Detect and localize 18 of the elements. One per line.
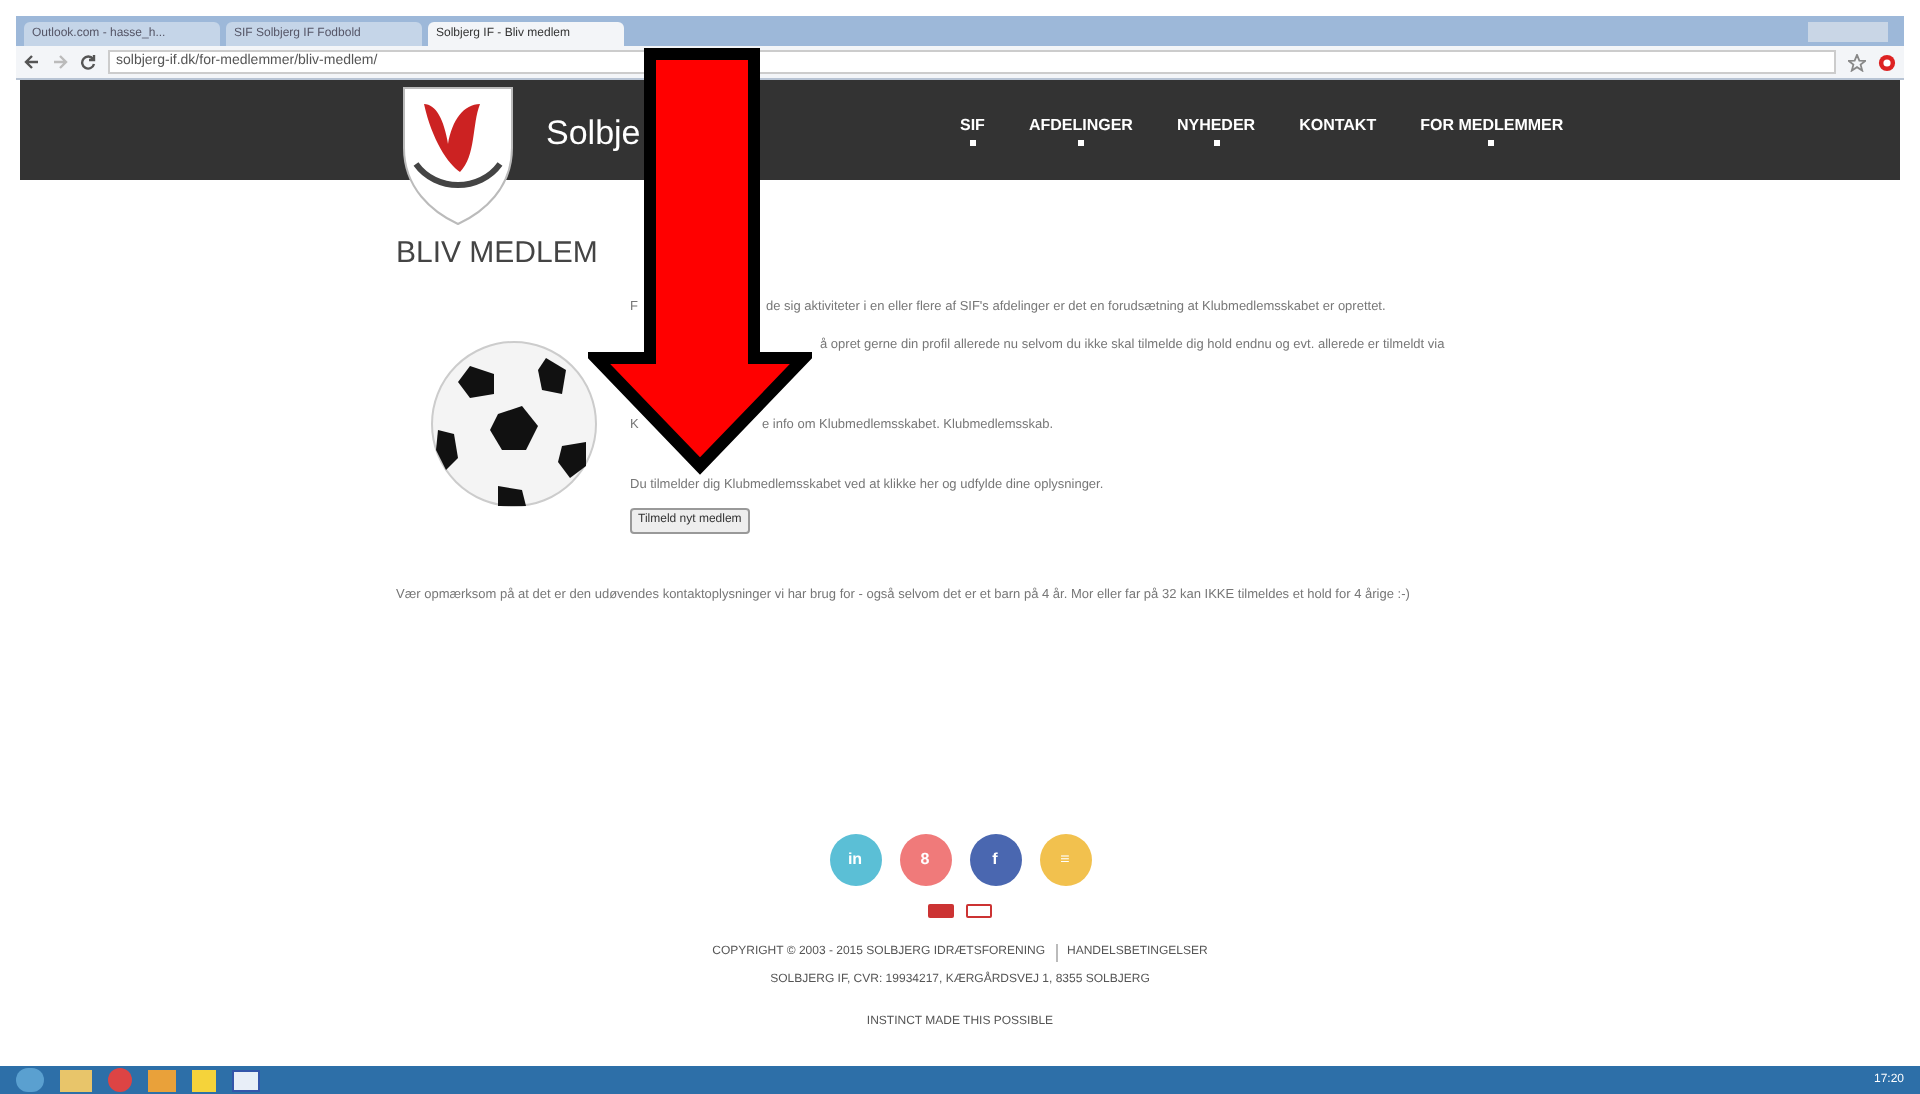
nav-link[interactable]: KONTAKT [1299,116,1377,146]
reload-icon[interactable] [80,54,96,70]
payment-card-icon [966,904,992,918]
site-logo-text[interactable]: Solbje [546,108,641,159]
social-button[interactable]: f [969,834,1021,886]
document-icon[interactable] [232,1069,260,1091]
back-icon[interactable] [24,54,40,70]
start-button[interactable] [16,1068,44,1092]
extension-icon[interactable] [1878,53,1896,71]
page-title: BLIV MEDLEM [394,234,600,274]
nav-link[interactable]: SIF [960,116,985,146]
nav-link[interactable]: NYHEDER [1176,116,1256,146]
folder-icon[interactable] [60,1069,92,1091]
nav-link[interactable]: FOR MEDLEMMER [1420,116,1564,146]
payment-card-icon [928,904,954,918]
star-icon[interactable] [1848,53,1866,71]
forward-icon[interactable] [52,54,68,70]
nav-link[interactable]: AFDELINGER [1028,116,1133,146]
